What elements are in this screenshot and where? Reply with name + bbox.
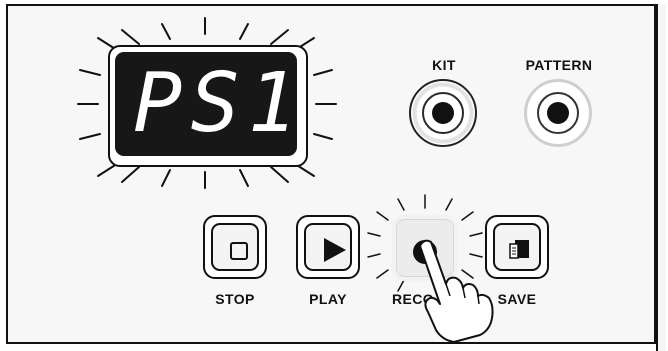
hand-pointer-icon bbox=[419, 239, 494, 343]
